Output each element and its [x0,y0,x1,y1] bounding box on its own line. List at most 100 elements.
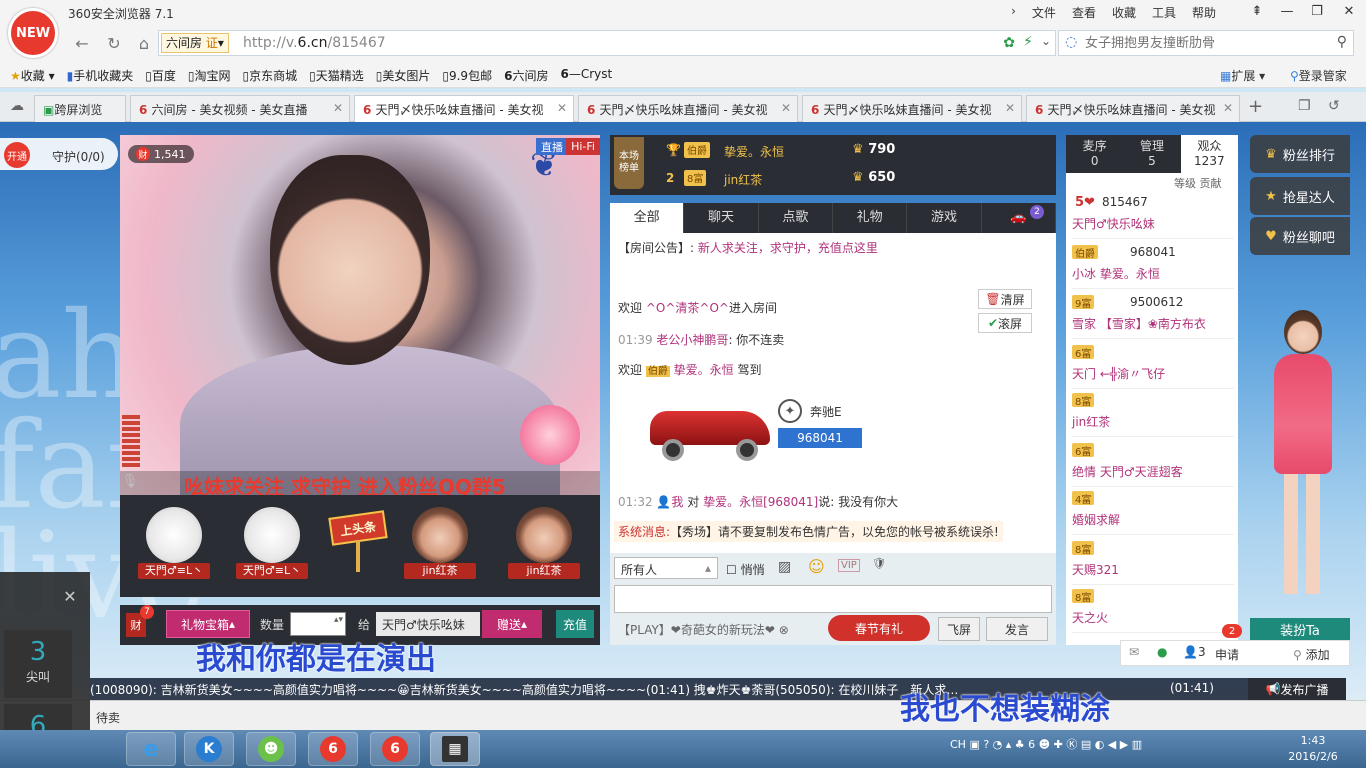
login-manager-button[interactable]: ⚲登录管家 [1290,67,1347,84]
language-indicator[interactable]: CH [950,738,966,751]
quantity-stepper[interactable]: ▴▾ [290,612,346,636]
window-list-icon[interactable]: ❐ [1298,98,1311,114]
new-tab-icon[interactable]: + [1248,96,1263,117]
rank-row[interactable]: 🏆 伯爵 挚爱。永恒 ♛ 790 [666,137,1046,165]
reaction-scream[interactable]: 3 尖叫 [4,630,72,698]
fan-chat-button[interactable]: ♥ 粉丝聊吧 [1250,217,1350,255]
menu-file[interactable]: 文件 [1032,4,1056,21]
guard-open-button[interactable]: 开通 [4,142,30,168]
refresh-icon[interactable]: ↻ [102,32,126,54]
list-item[interactable]: 8富 jin红茶 [1072,391,1234,437]
lightning-icon[interactable]: ⚡ [1023,34,1033,50]
url-box[interactable]: 六间房 证▾ http://v.6.cn/815467 ✿ ⚡ ⌄ [158,30,1056,56]
private-checkbox[interactable]: ☐ 悄悄 [726,561,765,578]
menu-view[interactable]: 查看 [1072,4,1096,21]
rank-tag[interactable]: 本场榜单 [614,137,644,189]
bookmark-tmall[interactable]: ▯天猫精选 [309,67,364,84]
menu-help[interactable]: 帮助 [1192,4,1216,21]
tab-cars[interactable]: 🚗 [982,203,1056,233]
chevron-right-icon[interactable]: › [1011,4,1016,21]
back-icon[interactable]: ← [70,32,94,54]
tray-icons[interactable]: ▣ ? ◔ ▴ ♣ 6 ☻ ✚ Ⓚ ▤ ◐ ◀ ▶ ▥ [969,738,1142,751]
tab-6cn-home[interactable]: 6 六间房 - 美女视频 - 美女直播 ✕ [130,95,350,122]
tab-live-room-4[interactable]: 6 天門〆快乐吆妹直播间 - 美女视 ✕ [1026,95,1240,122]
maximize-icon[interactable]: ❐ [1302,0,1332,22]
fan-rank-button[interactable]: ♛ 粉丝排行 [1250,135,1350,173]
url-text[interactable]: http://v.6.cn/815467 [243,35,386,51]
send-gift-button[interactable]: 赠送 ▴ [482,610,542,638]
chat-target-select[interactable]: 所有人 ▴ [614,557,718,579]
rank-row[interactable]: 2 8富 jin红茶 ♛ 650 [666,165,1046,193]
taskbar-frog[interactable]: ☻ [246,732,296,766]
friends-count[interactable]: 👤3 [1183,645,1206,659]
close-icon[interactable]: ✕ [60,586,80,606]
dress-up-avatar[interactable] [1256,310,1346,610]
search-input[interactable] [1085,34,1325,52]
video-player[interactable]: ❦ 财 1,541 直播 Hi-Fi 🎙 吆妹求关注 求守护 进入粉丝QQ群5 [120,135,600,495]
bookmark-beauty[interactable]: ▯美女图片 [376,67,431,84]
bookmark-jd[interactable]: ▯京东商城 [243,67,298,84]
undo-icon[interactable]: ↺ [1328,98,1340,114]
send-message-button[interactable]: 发言 [986,617,1048,641]
vip-icon[interactable]: VIP [838,559,860,572]
browser-logo[interactable]: NEW [8,8,58,58]
tab-audience[interactable]: 观众 1237 [1180,135,1238,173]
gift-sender[interactable]: 天門♂≡L丶 [134,503,214,587]
list-item[interactable]: 8富 天之火 [1072,587,1234,633]
guard-bar[interactable]: 开通 守护(0/0) [0,138,118,170]
bookmark-6cn[interactable]: 6六间房 [504,67,548,84]
tab-close-icon[interactable]: ✕ [557,101,567,115]
sort-options[interactable]: 等级 贡献 [1174,175,1222,191]
promo-link[interactable]: 【PLAY】❤奇葩女的新玩法❤ ⊗ [618,621,789,638]
search-engine-icon[interactable]: ◌ [1065,34,1077,50]
tab-games[interactable]: 游戏 [907,203,982,233]
emoji-icon[interactable]: ☺ [808,557,825,576]
bookmark-mobile[interactable]: ▮手机收藏夹 [67,67,134,84]
tab-cross-screen[interactable]: ▣跨屏浏览 [34,95,126,122]
bookmark-cryst[interactable]: 6—Cryst [560,67,612,84]
dress-up-button[interactable]: 装扮Ta [1250,618,1350,640]
list-item[interactable]: 9富 9500612 雪家 【雪家】❀南方布衣 [1072,293,1234,339]
clear-screen-button[interactable]: 🗑 清屏 [978,289,1032,309]
cloud-icon[interactable]: ☁ [10,98,24,114]
bookmark-favorites[interactable]: ★收藏 ▾ [10,67,55,84]
guard-icon[interactable]: 🛡 [872,557,886,570]
home-icon[interactable]: ⌂ [132,32,156,54]
list-item[interactable]: 伯爵 968041 小冰 挚爱。永恒 [1072,243,1234,289]
taskbar-kugou[interactable]: K [184,732,234,766]
menu-tools[interactable]: 工具 [1152,4,1176,21]
mail-icon[interactable]: ✉ [1129,645,1139,659]
publish-broadcast-button[interactable]: 📢 发布广播 [1248,678,1346,700]
star-hunter-button[interactable]: ★ 抢星达人 [1250,177,1350,215]
site-badge[interactable]: 六间房 证▾ [161,33,229,53]
minimize-icon[interactable]: — [1272,0,1302,22]
menu-favorites[interactable]: 收藏 [1112,4,1136,21]
list-item[interactable]: 8富 天赐321 [1072,539,1234,585]
tab-close-icon[interactable]: ✕ [1005,101,1015,115]
fly-screen-button[interactable]: 飞屏 [938,617,980,641]
recharge-button[interactable]: 充值 [556,610,594,638]
system-clock[interactable]: 1:43 2016/2/6 [1282,733,1344,765]
taskbar-6cn[interactable]: 6 [308,732,358,766]
extensions-button[interactable]: ▦扩展 ▾ [1220,67,1265,84]
spring-gift-button[interactable]: 春节有礼 [828,615,930,641]
bookmark-taobao[interactable]: ▯淘宝网 [188,67,231,84]
auto-scroll-toggle[interactable]: ✔ 滚屏 [978,313,1032,333]
security-icon[interactable]: ✿ [1003,35,1015,51]
headline-sign-button[interactable]: 上头条 [328,510,388,572]
close-icon[interactable]: ✕ [1332,0,1366,22]
list-item[interactable]: 6富 天门 ←╬渝〃飞仔 [1072,343,1234,389]
chevron-down-icon[interactable]: ⌄ [1041,34,1051,48]
tab-close-icon[interactable]: ✕ [781,101,791,115]
tab-admins[interactable]: 管理 5 [1123,135,1180,173]
search-box[interactable]: ◌ ⚲ [1058,30,1354,56]
list-item[interactable]: 5❤ 815467 天門♂快乐吆妹 [1072,193,1234,239]
search-icon[interactable]: ⚲ [1337,34,1347,50]
online-icon[interactable]: ● [1157,645,1167,659]
tab-mic-queue[interactable]: 麦序 0 [1066,135,1123,173]
apply-link[interactable]: 申请 [1215,646,1239,663]
taskbar-active-app[interactable]: ▦ [430,732,480,766]
chat-input[interactable] [614,585,1052,613]
tab-chat[interactable]: 聊天 [684,203,759,233]
image-icon[interactable]: ▨ [778,559,791,575]
